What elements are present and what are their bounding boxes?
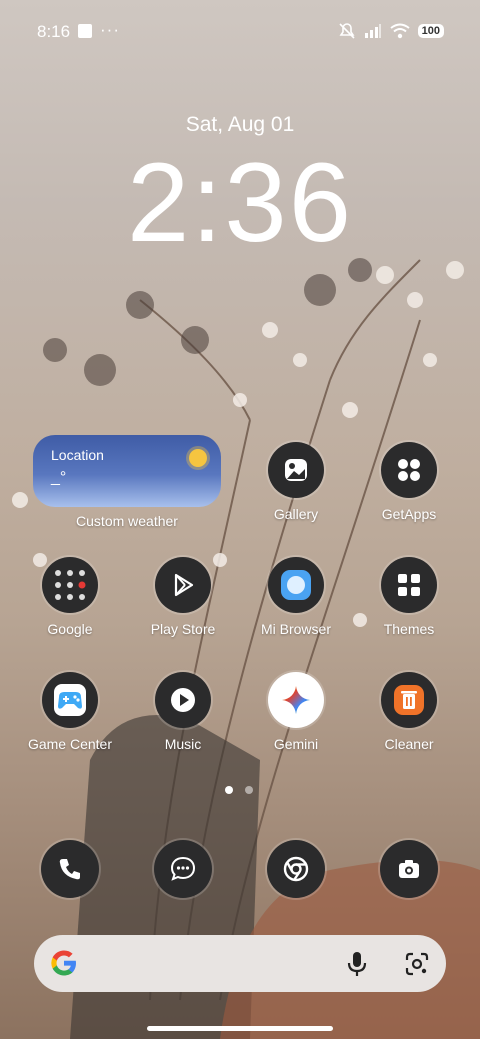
app-label: Google	[47, 621, 93, 637]
home-indicator[interactable]	[147, 1026, 333, 1031]
app-mi-browser[interactable]: Mi Browser	[241, 557, 351, 637]
game-center-icon	[42, 672, 98, 728]
google-search-bar[interactable]	[34, 935, 446, 992]
app-play-store[interactable]: Play Store	[128, 557, 238, 637]
gemini-icon	[268, 672, 324, 728]
dock-phone[interactable]	[41, 840, 99, 898]
cleaner-icon	[381, 672, 437, 728]
app-gemini[interactable]: Gemini	[241, 672, 351, 752]
dock-messages[interactable]	[154, 840, 212, 898]
google-logo-icon	[51, 950, 76, 976]
app-themes[interactable]: Themes	[354, 557, 464, 637]
wifi-icon	[390, 23, 410, 39]
dock-camera[interactable]	[380, 840, 438, 898]
page-dot-active	[225, 786, 233, 794]
status-time: 8:16	[37, 22, 71, 41]
play-store-icon	[155, 557, 211, 613]
app-label: Game Center	[27, 736, 113, 752]
app-music[interactable]: Music	[128, 672, 238, 752]
messages-icon	[170, 856, 196, 881]
app-label: Mi Browser	[260, 621, 331, 637]
app-label: Gemini	[273, 736, 319, 752]
lockscreen-clock: 2:36	[127, 140, 353, 265]
weather-widget[interactable]: Location _°	[33, 435, 221, 507]
app-label: Play Store	[150, 621, 216, 637]
page-indicator[interactable]	[225, 786, 253, 794]
app-gallery[interactable]: Gallery	[241, 442, 351, 522]
app-game-center[interactable]: Game Center	[15, 672, 125, 752]
battery-indicator: 100	[417, 24, 444, 38]
music-icon	[155, 672, 211, 728]
getapps-icon	[381, 442, 437, 498]
gallery-icon	[268, 442, 324, 498]
app-cleaner[interactable]: Cleaner	[354, 672, 464, 752]
weather-location: Location	[51, 447, 104, 463]
app-label: Cleaner	[384, 736, 434, 752]
signal-icon	[364, 24, 381, 38]
phone-icon	[59, 859, 80, 880]
app-label: Themes	[383, 621, 435, 637]
google-lens-icon[interactable]	[402, 949, 432, 979]
app-getapps[interactable]: GetApps	[354, 442, 464, 522]
mic-icon[interactable]	[342, 949, 372, 979]
chrome-icon	[283, 856, 309, 882]
app-label: GetApps	[381, 506, 437, 522]
weather-temperature: _°	[51, 469, 67, 486]
more-notifications-icon: ···	[100, 20, 120, 39]
page-dot	[245, 786, 253, 794]
camera-icon	[399, 860, 419, 878]
mute-icon	[339, 23, 355, 39]
app-label: Gallery	[273, 506, 319, 522]
app-label: Music	[164, 736, 202, 752]
weather-widget-label: Custom weather	[76, 513, 178, 529]
weather-widget-label-wrap: Custom weather	[72, 513, 182, 529]
mi-browser-icon	[268, 557, 324, 613]
themes-icon	[381, 557, 437, 613]
sun-icon	[189, 449, 207, 467]
status-bar: 8:16 ··· 100	[0, 0, 480, 64]
notification-icon	[78, 24, 92, 38]
lockscreen-date: Sat, Aug 01	[185, 113, 295, 136]
app-google-folder[interactable]: Google	[15, 557, 125, 637]
google-folder-icon	[42, 557, 98, 613]
dock-chrome[interactable]	[267, 840, 325, 898]
